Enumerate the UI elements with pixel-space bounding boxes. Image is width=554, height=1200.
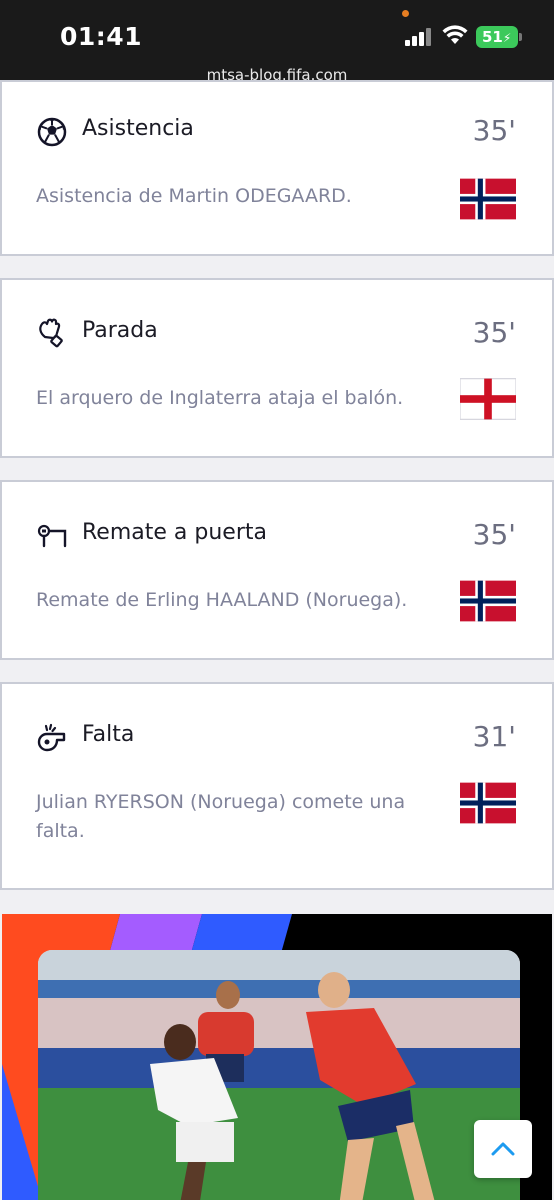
event-title: Falta bbox=[82, 722, 135, 747]
chevron-up-icon bbox=[491, 1142, 515, 1156]
event-card: Remate a puerta 35' Remate de Erling HAA… bbox=[0, 480, 554, 660]
event-description: Julian RYERSON (Noruega) comete una falt… bbox=[36, 791, 406, 842]
media-banner[interactable] bbox=[2, 914, 552, 1200]
event-card: Falta 31' Julian RYERSON (Noruega) comet… bbox=[0, 682, 554, 890]
event-minute: 31' bbox=[472, 720, 516, 753]
event-description: El arquero de Inglaterra ataja el balón. bbox=[36, 387, 404, 409]
privacy-indicator-icon bbox=[402, 10, 409, 17]
battery-level: 51 bbox=[482, 28, 503, 46]
event-description: Remate de Erling HAALAND (Noruega). bbox=[36, 589, 408, 611]
event-card: Asistencia 35' Asistencia de Martin ODEG… bbox=[0, 80, 554, 256]
match-photo[interactable] bbox=[38, 950, 520, 1200]
wifi-icon bbox=[442, 25, 468, 44]
norway-flag-icon bbox=[460, 580, 516, 622]
goalkeeper-glove-icon bbox=[39, 318, 63, 348]
event-title: Asistencia bbox=[82, 116, 194, 141]
status-bar: 01:41 51⚡ mtsa-blog.fifa.com bbox=[0, 0, 554, 92]
event-title: Remate a puerta bbox=[82, 520, 267, 545]
scroll-to-top-button[interactable] bbox=[474, 1120, 532, 1178]
whistle-icon bbox=[37, 723, 66, 752]
norway-flag-icon bbox=[460, 178, 516, 220]
shot-on-goal-icon bbox=[37, 524, 67, 548]
event-title: Parada bbox=[82, 318, 158, 343]
event-description: Asistencia de Martin ODEGAARD. bbox=[36, 185, 352, 207]
match-photo-image bbox=[38, 950, 520, 1200]
battery-indicator: 51⚡ bbox=[476, 26, 522, 48]
norway-flag-icon bbox=[460, 782, 516, 824]
england-flag-icon bbox=[460, 378, 516, 420]
soccer-ball-icon bbox=[37, 117, 67, 147]
status-time: 01:41 bbox=[60, 22, 143, 51]
event-minute: 35' bbox=[472, 518, 516, 551]
cellular-signal-icon bbox=[405, 28, 433, 46]
event-card: Parada 35' El arquero de Inglaterra ataj… bbox=[0, 278, 554, 458]
event-minute: 35' bbox=[472, 316, 516, 349]
event-minute: 35' bbox=[472, 114, 516, 147]
